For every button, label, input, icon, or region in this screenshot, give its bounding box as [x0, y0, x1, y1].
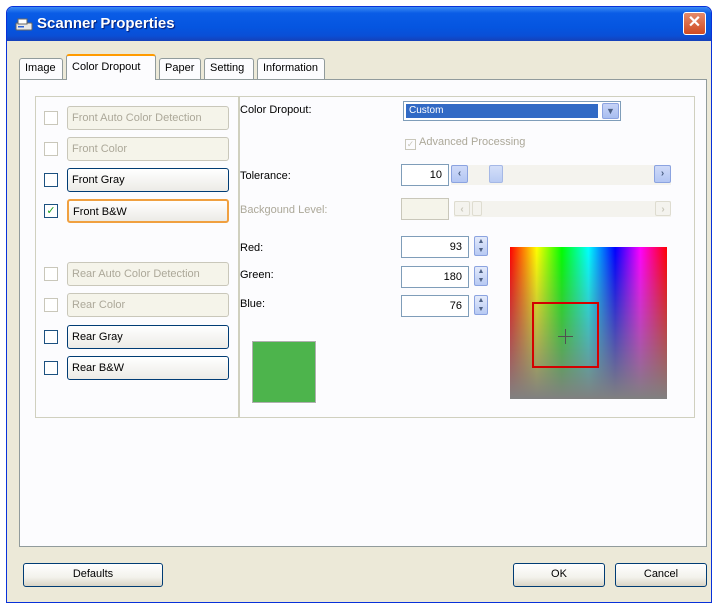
front-gray-checkbox[interactable]: [44, 173, 58, 187]
spin-down-icon[interactable]: ▼: [475, 305, 487, 314]
spin-up-icon[interactable]: ▲: [475, 296, 487, 305]
color-dropout-value: Custom: [406, 104, 598, 118]
rear-bw-checkbox[interactable]: [44, 361, 58, 375]
tab-color-dropout[interactable]: Color Dropout: [66, 54, 156, 80]
red-label: Red:: [240, 242, 264, 254]
green-field[interactable]: 180: [401, 266, 469, 288]
window-title: Scanner Properties: [37, 15, 175, 32]
ok-button[interactable]: OK: [513, 563, 605, 587]
rear-color-option[interactable]: Rear Color: [42, 293, 234, 317]
right-arrow-icon[interactable]: ›: [654, 165, 671, 183]
tab-information[interactable]: Information: [257, 58, 325, 79]
front-color-option[interactable]: Front Color: [42, 137, 234, 161]
color-dropout-label: Color Dropout:: [240, 104, 312, 116]
background-level-thumb[interactable]: [472, 201, 482, 216]
title-bar: Scanner Properties ✕: [7, 7, 711, 41]
spin-down-icon[interactable]: ▼: [475, 276, 487, 285]
tab-setting[interactable]: Setting: [204, 58, 254, 79]
rear-gray-option[interactable]: Rear Gray: [42, 325, 234, 349]
color-picker-selection[interactable]: [532, 302, 599, 368]
tolerance-label: Tolerance:: [240, 170, 291, 182]
front-gray-option[interactable]: Front Gray: [42, 168, 234, 192]
blue-field[interactable]: 76: [401, 295, 469, 317]
rear-bw-button[interactable]: Rear B&W: [67, 356, 229, 380]
spin-up-icon[interactable]: ▲: [475, 267, 487, 276]
tolerance-slider-thumb[interactable]: [489, 165, 503, 183]
rear-auto-color-checkbox[interactable]: [44, 267, 58, 281]
front-color-button[interactable]: Front Color: [67, 137, 229, 161]
cancel-button[interactable]: Cancel: [615, 563, 707, 587]
tab-paper[interactable]: Paper: [159, 58, 201, 79]
rear-auto-color-option[interactable]: Rear Auto Color Detection: [42, 262, 234, 286]
color-picker-spectrum[interactable]: [510, 247, 667, 399]
rear-bw-option[interactable]: Rear B&W: [42, 356, 234, 380]
background-level-label: Backgound Level:: [240, 204, 328, 216]
front-bw-checkbox[interactable]: ✓: [44, 204, 58, 218]
front-bw-option[interactable]: ✓ Front B&W: [42, 199, 234, 223]
close-button[interactable]: ✕: [683, 12, 706, 35]
right-arrow-disabled-icon[interactable]: ›: [655, 201, 671, 216]
tolerance-field[interactable]: 10: [401, 164, 449, 186]
blue-spinner[interactable]: ▲ ▼: [474, 295, 488, 315]
green-spinner[interactable]: ▲ ▼: [474, 266, 488, 286]
front-auto-color-option[interactable]: Front Auto Color Detection: [42, 106, 234, 130]
defaults-button[interactable]: Defaults: [23, 563, 163, 587]
crosshair-vertical: [565, 329, 566, 344]
tolerance-slider[interactable]: ‹ ›: [451, 165, 671, 185]
advanced-processing-check-icon: ✓: [405, 139, 416, 150]
rear-auto-color-button[interactable]: Rear Auto Color Detection: [67, 262, 229, 286]
left-arrow-icon[interactable]: ‹: [451, 165, 468, 183]
color-preview-swatch: [251, 340, 317, 404]
left-arrow-disabled-icon[interactable]: ‹: [454, 201, 470, 216]
rear-color-checkbox[interactable]: [44, 298, 58, 312]
scanner-properties-window: Scanner Properties ✕ Image Color Dropout…: [6, 6, 712, 603]
front-auto-color-button[interactable]: Front Auto Color Detection: [67, 106, 229, 130]
front-gray-button[interactable]: Front Gray: [67, 168, 229, 192]
close-icon: ✕: [687, 14, 702, 31]
spin-down-icon[interactable]: ▼: [475, 246, 487, 255]
checkmark-icon: ✓: [46, 205, 56, 217]
red-field[interactable]: 93: [401, 236, 469, 258]
front-auto-color-checkbox[interactable]: [44, 111, 58, 125]
background-level-slider[interactable]: ‹ ›: [454, 201, 671, 217]
tab-image[interactable]: Image: [19, 58, 63, 79]
chevron-down-icon[interactable]: ▼: [602, 103, 619, 119]
background-level-field[interactable]: [401, 198, 449, 220]
rear-gray-checkbox[interactable]: [44, 330, 58, 344]
rear-color-button[interactable]: Rear Color: [67, 293, 229, 317]
color-dropout-select[interactable]: Custom ▼: [403, 101, 621, 121]
advanced-processing-label: Advanced Processing: [419, 136, 526, 148]
advanced-processing-checkbox[interactable]: ✓ Advanced Processing: [405, 136, 525, 152]
red-spinner[interactable]: ▲ ▼: [474, 236, 488, 256]
dropout-options-group: Front Auto Color Detection Front Color F…: [35, 96, 239, 418]
front-bw-button[interactable]: Front B&W: [67, 199, 229, 223]
spin-up-icon[interactable]: ▲: [475, 237, 487, 246]
rear-gray-button[interactable]: Rear Gray: [67, 325, 229, 349]
front-color-checkbox[interactable]: [44, 142, 58, 156]
blue-label: Blue:: [240, 298, 266, 310]
green-label: Green:: [240, 269, 274, 281]
scanner-icon: [15, 18, 33, 31]
